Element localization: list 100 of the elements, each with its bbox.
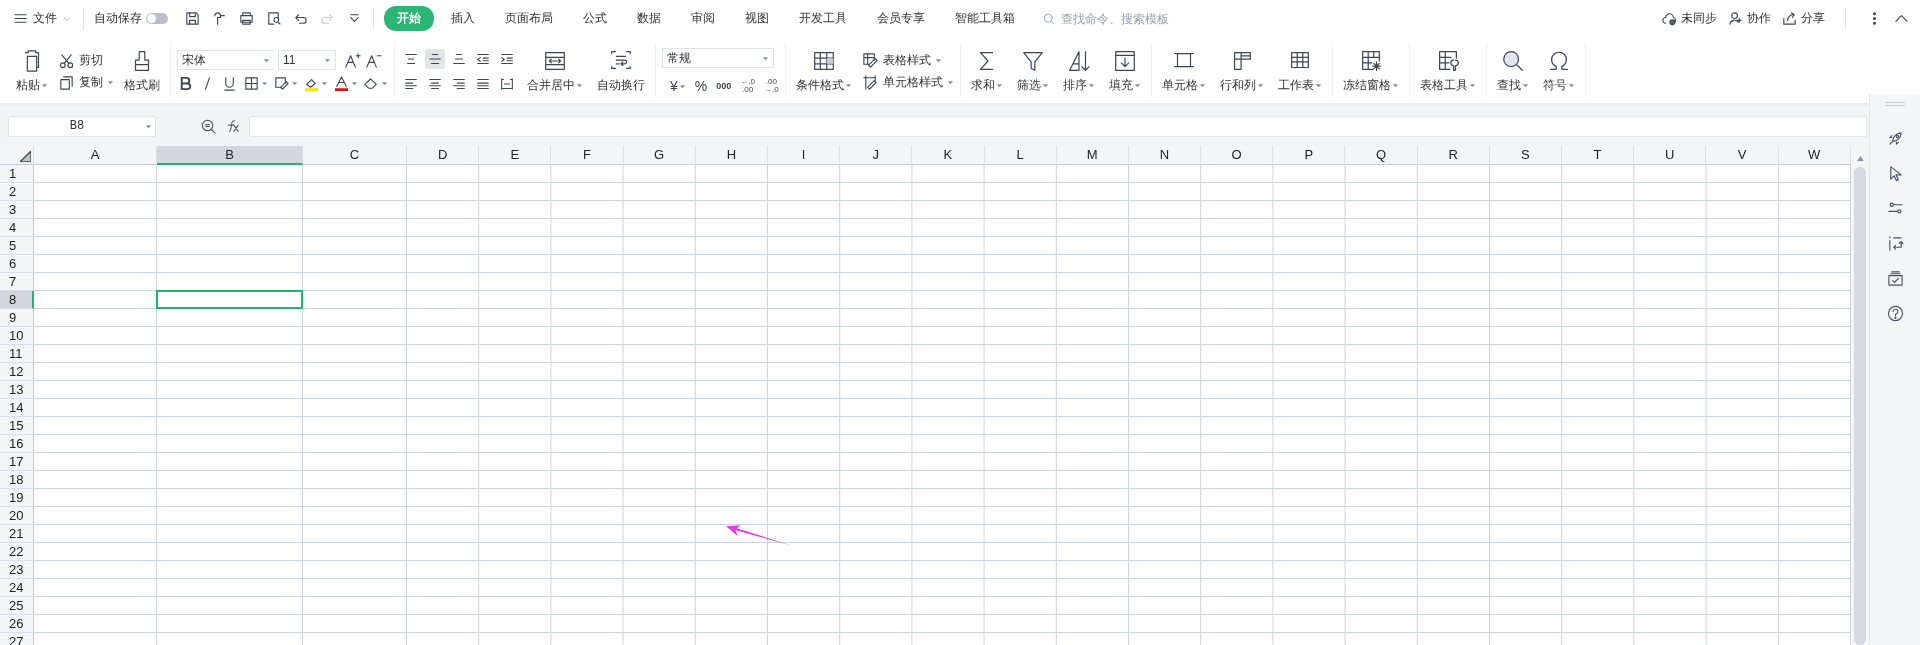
row-header[interactable]: 20 [0,507,34,525]
increase-font-size-icon[interactable] [344,51,361,69]
row-header[interactable]: 25 [0,597,34,615]
merge-center-button[interactable]: 合并居中 [523,48,587,94]
symbol-button[interactable]: 符号 [1538,48,1579,94]
ribbon-tab[interactable]: 插入 [438,6,488,31]
thousands-separator-button[interactable]: 000 [716,81,732,91]
column-header[interactable]: P [1273,146,1346,165]
ribbon-tab[interactable]: 页面布局 [492,6,566,31]
row-header[interactable]: 5 [0,237,34,255]
file-menu-button[interactable]: 文件 [12,10,73,27]
column-header[interactable]: L [984,146,1057,165]
column-header[interactable]: F [551,146,624,165]
underline-icon[interactable] [221,75,238,92]
row-header[interactable]: 17 [0,453,34,471]
wrap-text-button[interactable]: 自动换行 [593,48,649,94]
column-header[interactable]: U [1634,146,1707,165]
row-header[interactable]: 14 [0,399,34,417]
paste-button[interactable]: 粘贴 [12,48,52,94]
ribbon-tab[interactable]: 公式 [570,6,620,31]
row-header[interactable]: 10 [0,327,34,345]
row-header[interactable]: 22 [0,543,34,561]
cell-edit-icon[interactable] [273,75,290,92]
row-header[interactable]: 11 [0,345,34,363]
transpose-icon[interactable] [1886,235,1904,252]
select-all-corner[interactable] [0,146,34,165]
font-size-dropdown[interactable]: 11 [278,50,336,70]
freeze-button[interactable]: 冻结窗格 [1338,48,1403,94]
selected-cell[interactable] [156,290,303,309]
column-header[interactable]: Q [1345,146,1418,165]
percent-button[interactable]: % [694,79,708,93]
borders-icon[interactable] [243,75,260,92]
number-format-dropdown[interactable]: 常规 [662,48,774,68]
tools-button[interactable]: 表格工具 [1415,48,1480,94]
row-header[interactable]: 16 [0,435,34,453]
column-header[interactable]: M [1056,146,1129,165]
column-header[interactable]: B [157,146,303,165]
column-header[interactable]: N [1128,146,1202,165]
formula-input[interactable] [249,115,1867,137]
column-header[interactable]: W [1778,146,1851,165]
column-header[interactable]: I [767,146,841,165]
column-header[interactable]: C [303,146,407,165]
rocket-icon[interactable] [1886,130,1904,147]
row-header[interactable]: 7 [0,273,34,291]
cut-button[interactable]: 剪切 [58,51,114,69]
sheet-button[interactable]: 工作表 [1273,48,1326,94]
copy-button[interactable]: 复制 [58,73,114,91]
find-button[interactable]: 查找 [1492,48,1533,94]
drag-handle[interactable] [1885,102,1905,106]
sync-status-button[interactable]: 未同步 [1661,10,1717,27]
sum-button[interactable]: 求和 [966,48,1007,94]
row-header[interactable]: 23 [0,561,34,579]
row-header[interactable]: 24 [0,579,34,597]
collaborate-button[interactable]: 协作 [1727,10,1771,27]
rowcol-button[interactable]: 行和列 [1215,48,1268,94]
share-button[interactable]: 分享 [1781,10,1825,27]
row-header[interactable]: 4 [0,219,34,237]
decrease-decimal-button[interactable]: .00 →.0 [763,78,779,94]
row-header[interactable]: 19 [0,489,34,507]
font-color-icon[interactable] [333,75,350,92]
zoom-icon[interactable] [200,117,217,135]
row-header[interactable]: 6 [0,255,34,273]
column-header[interactable]: R [1417,146,1490,165]
print-icon[interactable] [238,10,255,27]
row-header[interactable]: 8 [0,291,34,309]
help-icon[interactable] [1886,305,1904,322]
ribbon-tab[interactable]: 智能工具箱 [942,6,1028,31]
column-header[interactable]: A [34,146,157,165]
scrollbar-thumb[interactable] [1854,167,1866,645]
column-header[interactable]: V [1706,146,1779,165]
filter-button[interactable]: 筛选 [1012,48,1053,94]
scroll-up-icon[interactable] [1856,156,1864,161]
font-name-dropdown[interactable]: 宋体 [177,50,274,70]
row-header[interactable]: 1 [0,165,34,183]
row-header[interactable]: 21 [0,525,34,543]
column-header[interactable]: G [623,146,696,165]
row-header[interactable]: 18 [0,471,34,489]
row-header[interactable]: 12 [0,363,34,381]
sort-button[interactable]: 排序 [1058,48,1099,94]
column-header[interactable]: S [1489,146,1562,165]
checked-tray-icon[interactable] [1886,270,1904,287]
sliders-icon[interactable] [1886,200,1904,217]
fill-button[interactable]: 填充 [1104,48,1145,94]
ribbon-tab[interactable]: 视图 [732,6,782,31]
column-header[interactable]: O [1201,146,1274,165]
save-icon[interactable] [184,10,201,27]
currency-button[interactable]: ¥ [670,79,678,93]
table-style-button[interactable]: 表格样式 [861,51,954,69]
format-painter-button[interactable]: 格式刷 [120,48,164,94]
print-preview-icon[interactable] [265,10,282,27]
row-header[interactable]: 26 [0,615,34,633]
cell-button[interactable]: 单元格 [1157,48,1210,94]
ribbon-tab[interactable]: 开发工具 [786,6,860,31]
ribbon-tab[interactable]: 审阅 [678,6,728,31]
row-header[interactable]: 15 [0,417,34,435]
column-header[interactable]: J [840,146,913,165]
ribbon-tab[interactable]: 会员专享 [864,6,938,31]
column-header[interactable]: T [1562,146,1635,165]
autosave-toggle[interactable] [146,13,168,24]
column-header[interactable]: D [407,146,480,165]
